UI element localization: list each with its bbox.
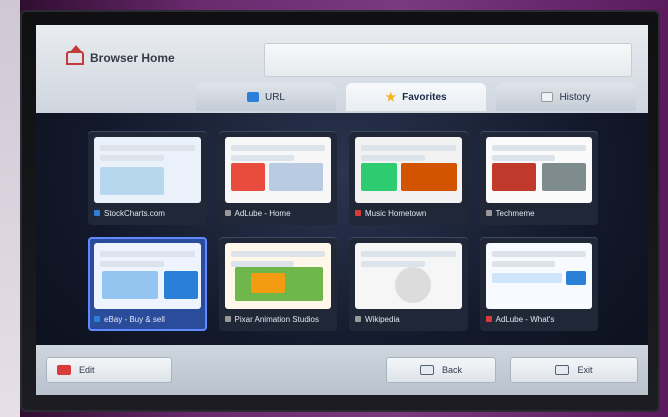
tile-title: AdLube - Home bbox=[234, 208, 291, 218]
tile-caption: StockCharts.com bbox=[94, 207, 201, 219]
favorite-tile[interactable]: Music Hometown bbox=[349, 131, 468, 225]
tab-favorites[interactable]: ★ Favorites bbox=[346, 83, 486, 111]
tab-label: History bbox=[559, 91, 591, 103]
favicon-icon bbox=[224, 210, 231, 216]
tile-caption: AdLube - Home bbox=[224, 207, 332, 219]
tab-url[interactable]: URL bbox=[196, 83, 336, 111]
tab-label: URL bbox=[264, 91, 285, 103]
tile-caption: eBay - Buy & sell bbox=[94, 313, 201, 325]
back-icon bbox=[419, 365, 434, 375]
thumbnail bbox=[355, 137, 462, 203]
address-bar[interactable] bbox=[264, 43, 632, 77]
tile-title: Music Hometown bbox=[365, 208, 427, 218]
favicon-icon bbox=[355, 316, 361, 322]
tv-screen: Browser Home URL ★ Favorites History Sto… bbox=[36, 25, 648, 395]
favorites-grid: StockCharts.com AdLube - Home Music Home… bbox=[88, 131, 598, 331]
exit-label: Exit bbox=[577, 365, 593, 375]
back-button[interactable]: Back bbox=[386, 357, 496, 383]
tab-history[interactable]: History bbox=[496, 83, 636, 111]
tile-title: Techmeme bbox=[495, 208, 535, 218]
tile-title: Pixar Animation Studios bbox=[234, 314, 320, 324]
thumbnail bbox=[355, 243, 462, 309]
tile-title: AdLube - What's bbox=[495, 314, 555, 324]
tile-caption: Techmeme bbox=[485, 207, 593, 219]
tab-label: Favorites bbox=[402, 91, 447, 103]
tab-bar: URL ★ Favorites History bbox=[196, 83, 636, 111]
page-title: Browser Home bbox=[90, 51, 175, 65]
back-label: Back bbox=[441, 365, 462, 375]
tile-title: eBay - Buy & sell bbox=[104, 314, 165, 324]
tile-caption: Music Hometown bbox=[355, 207, 462, 219]
favorite-tile[interactable]: AdLube - What's bbox=[479, 237, 598, 331]
left-background-strip bbox=[0, 0, 20, 417]
home-icon bbox=[66, 45, 84, 65]
favicon-icon bbox=[485, 210, 492, 216]
favorite-tile[interactable]: Pixar Animation Studios bbox=[218, 237, 337, 331]
exit-icon bbox=[555, 365, 570, 375]
thumbnail bbox=[485, 243, 592, 309]
tile-title: StockCharts.com bbox=[104, 208, 165, 218]
favicon-icon bbox=[94, 210, 100, 216]
favicon-icon bbox=[485, 316, 492, 322]
tile-caption: AdLube - What's bbox=[485, 313, 593, 325]
thumbnail bbox=[224, 243, 331, 309]
favorite-tile[interactable]: StockCharts.com bbox=[88, 131, 207, 225]
exit-button[interactable]: Exit bbox=[510, 357, 638, 383]
history-icon bbox=[541, 92, 554, 102]
tile-caption: Pixar Animation Studios bbox=[224, 313, 332, 325]
header-title-wrap: Browser Home bbox=[66, 45, 175, 65]
favicon-icon bbox=[355, 210, 361, 216]
thumbnail bbox=[94, 137, 201, 203]
tile-caption: Wikipedia bbox=[355, 313, 462, 325]
thumbnail bbox=[485, 137, 592, 203]
edit-label: Edit bbox=[79, 365, 95, 375]
thumbnail bbox=[224, 137, 331, 203]
thumbnail bbox=[94, 243, 201, 309]
favorite-tile[interactable]: Techmeme bbox=[479, 131, 598, 225]
favorite-tile-selected[interactable]: eBay - Buy & sell bbox=[88, 237, 207, 331]
favicon-icon bbox=[224, 316, 231, 322]
edit-button[interactable]: Edit bbox=[46, 357, 172, 383]
tile-title: Wikipedia bbox=[365, 314, 400, 324]
edit-icon bbox=[57, 365, 71, 375]
favorite-tile[interactable]: Wikipedia bbox=[349, 237, 468, 331]
favorite-tile[interactable]: AdLube - Home bbox=[218, 131, 337, 225]
browser-header: Browser Home URL ★ Favorites History bbox=[36, 25, 648, 113]
bottom-action-bar: Edit Back Exit bbox=[36, 345, 648, 395]
url-icon bbox=[246, 92, 259, 102]
favicon-icon bbox=[94, 316, 100, 322]
star-icon: ★ bbox=[385, 90, 397, 104]
